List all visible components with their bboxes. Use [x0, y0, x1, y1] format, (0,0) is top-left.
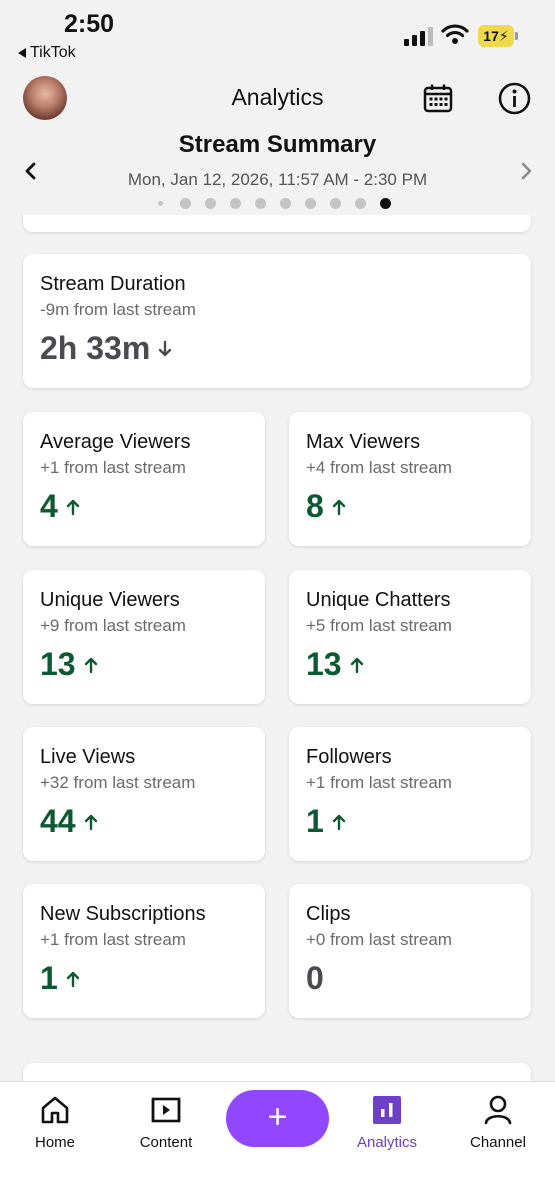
battery-tip — [515, 32, 518, 40]
page-dot[interactable] — [280, 198, 291, 209]
stat-change: +1 from last stream — [40, 930, 186, 949]
page-title: Analytics — [231, 84, 324, 110]
nav-analytics[interactable]: Analytics — [337, 1082, 437, 1162]
stat-value-row: 44 — [40, 803, 98, 840]
previous-card-partial — [23, 215, 531, 232]
nav-channel[interactable]: Channel — [448, 1082, 548, 1162]
page-dot[interactable] — [205, 198, 216, 209]
content-icon — [151, 1097, 181, 1123]
arrow-up-icon — [332, 814, 345, 830]
stat-change: +5 from last stream — [306, 616, 452, 635]
average-viewers-card: Average Viewers +1 from last stream 4 — [23, 412, 265, 546]
top-area: 2:50 TikTok 17⚡ Analytics Stream Summary… — [0, 0, 555, 215]
nav-channel-label: Channel — [470, 1134, 526, 1151]
stat-value-row: 0 — [306, 960, 324, 997]
stat-value: 1 — [40, 960, 58, 996]
page-dot-active[interactable] — [380, 198, 391, 209]
summary-date-range: Mon, Jan 12, 2026, 11:57 AM - 2:30 PM — [127, 170, 428, 189]
nav-content-label: Content — [139, 1134, 193, 1151]
arrow-up-icon — [84, 814, 97, 830]
page-dot[interactable] — [158, 201, 163, 206]
back-to-app-link[interactable]: TikTok — [18, 44, 76, 62]
stat-value-row: 8 — [306, 488, 346, 525]
stat-label: Unique Chatters — [306, 589, 451, 611]
battery-indicator: 17⚡ — [478, 25, 514, 47]
clips-card: Clips +0 from last stream 0 — [289, 884, 531, 1018]
new-subscriptions-card: New Subscriptions +1 from last stream 1 — [23, 884, 265, 1018]
followers-card: Followers +1 from last stream 1 — [289, 727, 531, 861]
stat-value: 8 — [306, 488, 324, 524]
home-icon — [41, 1096, 69, 1124]
stat-value: 13 — [306, 646, 342, 682]
back-triangle-icon — [18, 48, 26, 58]
stat-value-row: 13 — [40, 646, 98, 683]
stat-label: New Subscriptions — [40, 903, 206, 925]
stat-change: +0 from last stream — [306, 930, 452, 949]
wifi-icon — [441, 24, 469, 44]
summary-title: Stream Summary — [178, 131, 377, 158]
stat-value-row: 13 — [306, 646, 364, 683]
stat-change: +1 from last stream — [40, 458, 186, 477]
stat-label: Unique Viewers — [40, 589, 180, 611]
stat-label: Max Viewers — [306, 431, 421, 453]
stat-label: Clips — [306, 903, 351, 925]
page-dot[interactable] — [330, 198, 341, 209]
stat-change: +32 from last stream — [40, 773, 196, 792]
nav-content[interactable]: Content — [116, 1082, 216, 1162]
live-views-card: Live Views +32 from last stream 44 — [23, 727, 265, 861]
arrow-up-icon — [350, 657, 363, 673]
unique-viewers-card: Unique Viewers +9 from last stream 13 — [23, 570, 265, 704]
bottom-nav: Home Content + Analytics Channel — [0, 1081, 555, 1200]
analytics-icon — [373, 1096, 401, 1124]
stat-value: 1 — [306, 803, 324, 839]
arrow-down-icon — [159, 340, 172, 356]
calendar-icon[interactable] — [423, 83, 453, 113]
page-dot[interactable] — [305, 198, 316, 209]
max-viewers-card: Max Viewers +4 from last stream 8 — [289, 412, 531, 546]
arrow-up-icon — [66, 499, 79, 515]
stat-value: 44 — [40, 803, 76, 839]
page-dot[interactable] — [230, 198, 241, 209]
stat-label: Average Viewers — [40, 431, 191, 453]
page-dot[interactable] — [255, 198, 266, 209]
stat-value-row: 1 — [306, 803, 346, 840]
channel-icon — [484, 1095, 512, 1125]
chevron-right-icon[interactable] — [517, 160, 535, 182]
stat-change: +1 from last stream — [306, 773, 452, 792]
nav-analytics-label: Analytics — [356, 1134, 418, 1151]
stat-value-row: 2h 33m — [40, 330, 172, 367]
battery-level: 17 — [483, 28, 499, 44]
unique-chatters-card: Unique Chatters +5 from last stream 13 — [289, 570, 531, 704]
stat-label: Followers — [306, 746, 392, 768]
stats-scroll-area[interactable]: Stream Duration -9m from last stream 2h … — [0, 215, 555, 1081]
info-icon[interactable] — [498, 82, 531, 115]
stat-label: Live Views — [40, 746, 136, 768]
stat-value-row: 4 — [40, 488, 80, 525]
back-app-label: TikTok — [30, 44, 76, 61]
stat-value-row: 1 — [40, 960, 80, 997]
arrow-up-icon — [66, 971, 79, 987]
arrow-up-icon — [84, 657, 97, 673]
stat-change: -9m from last stream — [40, 300, 196, 319]
stat-value: 2h 33m — [40, 330, 151, 366]
stat-value: 13 — [40, 646, 76, 682]
page-indicator — [158, 198, 405, 209]
create-button[interactable]: + — [226, 1090, 329, 1147]
page-dot[interactable] — [355, 198, 366, 209]
cellular-signal-icon — [404, 26, 433, 46]
next-card-partial — [23, 1063, 531, 1081]
stat-change: +4 from last stream — [306, 458, 452, 477]
stat-label: Stream Duration — [40, 273, 186, 295]
nav-home[interactable]: Home — [5, 1082, 105, 1162]
stat-change: +9 from last stream — [40, 616, 186, 635]
status-time: 2:50 — [64, 10, 115, 38]
page-dot[interactable] — [180, 198, 191, 209]
nav-home-label: Home — [34, 1134, 75, 1151]
stream-duration-card: Stream Duration -9m from last stream 2h … — [23, 254, 531, 388]
arrow-up-icon — [332, 499, 345, 515]
stat-value: 4 — [40, 488, 58, 524]
stat-value: 0 — [306, 960, 324, 996]
